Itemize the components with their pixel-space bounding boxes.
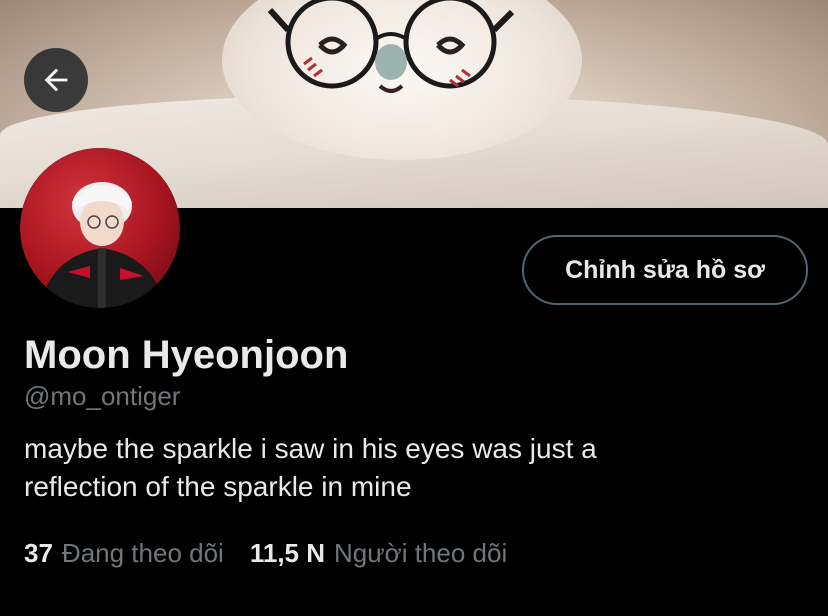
avatar[interactable] xyxy=(20,148,180,308)
followers-count: 11,5 N xyxy=(249,538,325,568)
following-count: 37 xyxy=(24,538,53,568)
avatar-photo xyxy=(20,148,180,308)
back-button[interactable] xyxy=(24,48,88,112)
banner-glasses-illustration xyxy=(267,0,515,93)
avatar-person-illustration xyxy=(40,182,166,308)
display-name: Moon Hyeonjoon xyxy=(24,333,349,377)
following-label: Đang theo dõi xyxy=(61,538,224,568)
bio-line-1: maybe the sparkle i saw in his eyes was … xyxy=(24,433,597,464)
follow-stats: 37 Đang theo dõi 11,5 N Người theo dõi xyxy=(24,538,507,569)
followers-link[interactable]: 11,5 N Người theo dõi xyxy=(250,538,507,569)
bio-line-2: reflection of the sparkle in mine xyxy=(24,471,412,502)
arrow-left-icon xyxy=(44,68,68,92)
user-handle: @mo_ontiger xyxy=(24,381,181,411)
edit-profile-button[interactable]: Chỉnh sửa hồ sơ xyxy=(522,235,808,305)
followers-label: Người theo dõi xyxy=(334,538,508,568)
profile-bio: maybe the sparkle i saw in his eyes was … xyxy=(24,430,804,506)
following-link[interactable]: 37 Đang theo dõi xyxy=(24,538,224,569)
